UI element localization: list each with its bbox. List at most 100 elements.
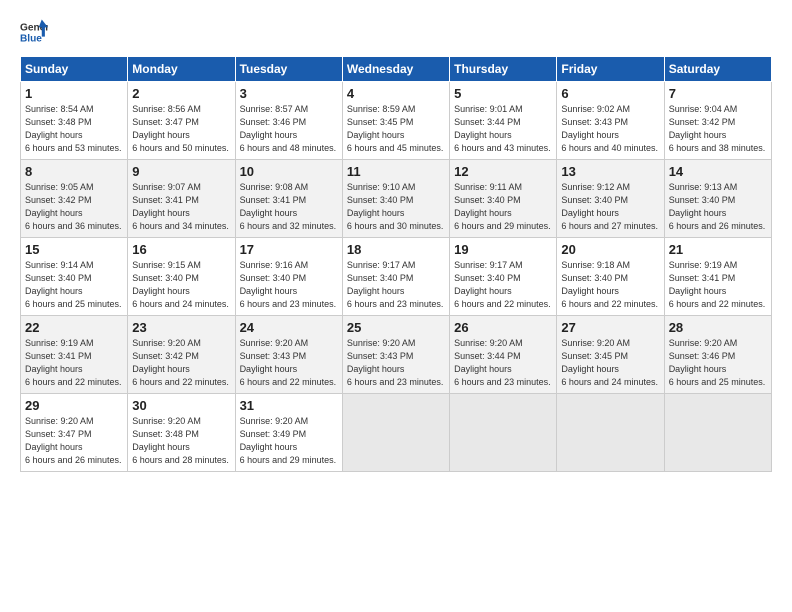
calendar-cell: 23 Sunrise: 9:20 AMSunset: 3:42 PMDayligh… <box>128 316 235 394</box>
day-info: Sunrise: 9:20 AMSunset: 3:43 PMDaylight … <box>240 338 337 387</box>
day-info: Sunrise: 9:08 AMSunset: 3:41 PMDaylight … <box>240 182 337 231</box>
day-number: 2 <box>132 86 230 101</box>
day-info: Sunrise: 8:59 AMSunset: 3:45 PMDaylight … <box>347 104 444 153</box>
calendar-cell: 29 Sunrise: 9:20 AMSunset: 3:47 PMDayligh… <box>21 394 128 472</box>
calendar-cell: 12 Sunrise: 9:11 AMSunset: 3:40 PMDayligh… <box>450 160 557 238</box>
calendar-cell: 14 Sunrise: 9:13 AMSunset: 3:40 PMDayligh… <box>664 160 771 238</box>
day-info: Sunrise: 9:18 AMSunset: 3:40 PMDaylight … <box>561 260 658 309</box>
calendar-cell <box>664 394 771 472</box>
calendar-cell: 3Sunrise: 8:57 AMSunset: 3:46 PMDaylight… <box>235 82 342 160</box>
day-number: 22 <box>25 320 123 335</box>
day-number: 31 <box>240 398 338 413</box>
day-number: 20 <box>561 242 659 257</box>
calendar-cell: 31 Sunrise: 9:20 AMSunset: 3:49 PMDayligh… <box>235 394 342 472</box>
day-info: Sunrise: 8:56 AMSunset: 3:47 PMDaylight … <box>132 104 229 153</box>
calendar-cell: 10 Sunrise: 9:08 AMSunset: 3:41 PMDayligh… <box>235 160 342 238</box>
day-info: Sunrise: 9:19 AMSunset: 3:41 PMDaylight … <box>25 338 122 387</box>
day-number: 8 <box>25 164 123 179</box>
calendar-cell: 2 Sunrise: 8:56 AMSunset: 3:47 PMDaylight… <box>128 82 235 160</box>
day-info: Sunrise: 9:17 AMSunset: 3:40 PMDaylight … <box>347 260 444 309</box>
calendar-cell: 16 Sunrise: 9:15 AMSunset: 3:40 PMDayligh… <box>128 238 235 316</box>
calendar-cell: 26 Sunrise: 9:20 AMSunset: 3:44 PMDayligh… <box>450 316 557 394</box>
dow-header-thursday: Thursday <box>450 57 557 82</box>
day-number: 10 <box>240 164 338 179</box>
day-number: 17 <box>240 242 338 257</box>
day-info: Sunrise: 9:20 AMSunset: 3:42 PMDaylight … <box>132 338 229 387</box>
day-number: 3 <box>240 86 338 101</box>
calendar-cell: 30 Sunrise: 9:20 AMSunset: 3:48 PMDayligh… <box>128 394 235 472</box>
calendar-table: SundayMondayTuesdayWednesdayThursdayFrid… <box>20 56 772 472</box>
day-number: 26 <box>454 320 552 335</box>
svg-text:Blue: Blue <box>20 33 42 44</box>
day-info: Sunrise: 9:20 AMSunset: 3:48 PMDaylight … <box>132 416 229 465</box>
day-info: Sunrise: 9:20 AMSunset: 3:46 PMDaylight … <box>669 338 766 387</box>
day-info: Sunrise: 9:01 AMSunset: 3:44 PMDaylight … <box>454 104 551 153</box>
calendar-cell: 17 Sunrise: 9:16 AMSunset: 3:40 PMDayligh… <box>235 238 342 316</box>
day-info: Sunrise: 9:05 AMSunset: 3:42 PMDaylight … <box>25 182 122 231</box>
day-info: Sunrise: 9:02 AMSunset: 3:43 PMDaylight … <box>561 104 658 153</box>
day-number: 16 <box>132 242 230 257</box>
calendar-cell: 11 Sunrise: 9:10 AMSunset: 3:40 PMDayligh… <box>342 160 449 238</box>
day-info: Sunrise: 9:17 AMSunset: 3:40 PMDaylight … <box>454 260 551 309</box>
calendar-cell: 27 Sunrise: 9:20 AMSunset: 3:45 PMDayligh… <box>557 316 664 394</box>
day-number: 4 <box>347 86 445 101</box>
day-number: 19 <box>454 242 552 257</box>
calendar-cell: 21Sunrise: 9:19 AMSunset: 3:41 PMDayligh… <box>664 238 771 316</box>
day-info: Sunrise: 9:15 AMSunset: 3:40 PMDaylight … <box>132 260 229 309</box>
day-info: Sunrise: 8:54 AMSunset: 3:48 PMDaylight … <box>25 104 122 153</box>
day-number: 9 <box>132 164 230 179</box>
day-info: Sunrise: 9:07 AMSunset: 3:41 PMDaylight … <box>132 182 229 231</box>
calendar-cell: 22 Sunrise: 9:19 AMSunset: 3:41 PMDayligh… <box>21 316 128 394</box>
day-number: 21 <box>669 242 767 257</box>
calendar-cell: 6Sunrise: 9:02 AMSunset: 3:43 PMDaylight… <box>557 82 664 160</box>
day-info: Sunrise: 9:13 AMSunset: 3:40 PMDaylight … <box>669 182 766 231</box>
calendar-cell <box>342 394 449 472</box>
day-number: 14 <box>669 164 767 179</box>
day-number: 28 <box>669 320 767 335</box>
day-info: Sunrise: 9:12 AMSunset: 3:40 PMDaylight … <box>561 182 658 231</box>
dow-header-friday: Friday <box>557 57 664 82</box>
dow-header-saturday: Saturday <box>664 57 771 82</box>
day-info: Sunrise: 9:20 AMSunset: 3:44 PMDaylight … <box>454 338 551 387</box>
day-info: Sunrise: 9:20 AMSunset: 3:43 PMDaylight … <box>347 338 444 387</box>
day-number: 27 <box>561 320 659 335</box>
dow-header-monday: Monday <box>128 57 235 82</box>
day-number: 23 <box>132 320 230 335</box>
calendar-cell: 4 Sunrise: 8:59 AMSunset: 3:45 PMDaylight… <box>342 82 449 160</box>
day-info: Sunrise: 9:14 AMSunset: 3:40 PMDaylight … <box>25 260 122 309</box>
day-number: 15 <box>25 242 123 257</box>
day-number: 12 <box>454 164 552 179</box>
day-info: Sunrise: 9:11 AMSunset: 3:40 PMDaylight … <box>454 182 551 231</box>
calendar-cell: 9 Sunrise: 9:07 AMSunset: 3:41 PMDaylight… <box>128 160 235 238</box>
calendar-cell <box>557 394 664 472</box>
day-info: Sunrise: 9:20 AMSunset: 3:47 PMDaylight … <box>25 416 122 465</box>
dow-header-wednesday: Wednesday <box>342 57 449 82</box>
calendar-cell: 24 Sunrise: 9:20 AMSunset: 3:43 PMDayligh… <box>235 316 342 394</box>
calendar-cell: 28 Sunrise: 9:20 AMSunset: 3:46 PMDayligh… <box>664 316 771 394</box>
day-info: Sunrise: 9:10 AMSunset: 3:40 PMDaylight … <box>347 182 444 231</box>
day-number: 24 <box>240 320 338 335</box>
calendar-cell: 13 Sunrise: 9:12 AMSunset: 3:40 PMDayligh… <box>557 160 664 238</box>
day-number: 25 <box>347 320 445 335</box>
calendar-cell: 5 Sunrise: 9:01 AMSunset: 3:44 PMDaylight… <box>450 82 557 160</box>
logo: General Blue <box>20 18 48 46</box>
day-info: Sunrise: 9:20 AMSunset: 3:49 PMDaylight … <box>240 416 337 465</box>
day-number: 30 <box>132 398 230 413</box>
dow-header-tuesday: Tuesday <box>235 57 342 82</box>
calendar-cell: 18 Sunrise: 9:17 AMSunset: 3:40 PMDayligh… <box>342 238 449 316</box>
day-number: 7 <box>669 86 767 101</box>
calendar-cell: 15 Sunrise: 9:14 AMSunset: 3:40 PMDayligh… <box>21 238 128 316</box>
calendar-cell: 8 Sunrise: 9:05 AMSunset: 3:42 PMDaylight… <box>21 160 128 238</box>
dow-header-sunday: Sunday <box>21 57 128 82</box>
day-number: 18 <box>347 242 445 257</box>
day-info: Sunrise: 9:20 AMSunset: 3:45 PMDaylight … <box>561 338 658 387</box>
day-info: Sunrise: 9:16 AMSunset: 3:40 PMDaylight … <box>240 260 337 309</box>
day-number: 5 <box>454 86 552 101</box>
day-number: 29 <box>25 398 123 413</box>
calendar-cell: 20 Sunrise: 9:18 AMSunset: 3:40 PMDayligh… <box>557 238 664 316</box>
day-number: 13 <box>561 164 659 179</box>
day-info: Sunrise: 9:04 AMSunset: 3:42 PMDaylight … <box>669 104 766 153</box>
day-number: 11 <box>347 164 445 179</box>
calendar-cell: 19 Sunrise: 9:17 AMSunset: 3:40 PMDayligh… <box>450 238 557 316</box>
logo-icon: General Blue <box>20 18 48 46</box>
